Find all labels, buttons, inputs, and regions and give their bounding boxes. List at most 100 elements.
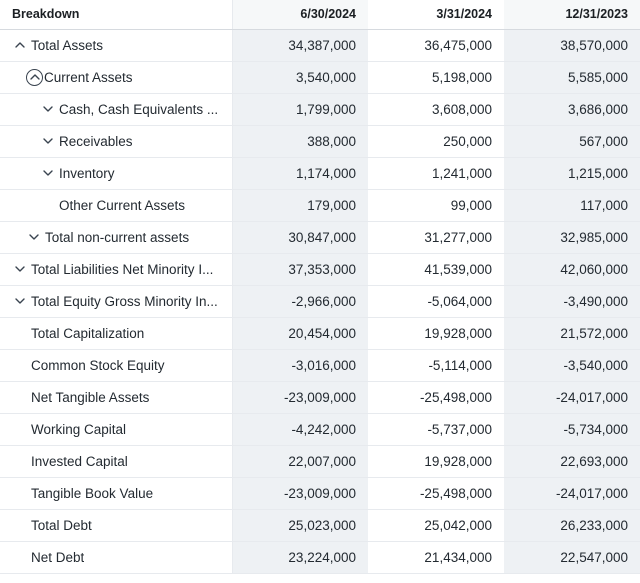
row-label-cell[interactable]: Net Tangible Assets — [0, 381, 232, 413]
table-row[interactable]: Total Capitalization20,454,00019,928,000… — [0, 317, 640, 349]
row-label-wrap: Total Assets — [12, 30, 220, 61]
row-value-cell: -23,009,000 — [232, 381, 368, 413]
row-value-cell: 25,023,000 — [232, 509, 368, 541]
row-value-cell: 1,241,000 — [368, 157, 504, 189]
row-label-cell[interactable]: Common Stock Equity — [0, 349, 232, 381]
row-label-cell[interactable]: Receivables — [0, 125, 232, 157]
row-label-wrap: Net Debt — [12, 542, 220, 573]
chevron-up-icon[interactable] — [12, 38, 27, 53]
row-label-text: Working Capital — [31, 422, 126, 437]
row-label-cell[interactable]: Total Assets — [0, 29, 232, 61]
row-value-cell: -25,498,000 — [368, 477, 504, 509]
chevron-down-icon[interactable] — [26, 230, 41, 245]
row-value-cell: -5,737,000 — [368, 413, 504, 445]
row-label-wrap: Receivables — [12, 126, 220, 157]
chevron-down-icon[interactable] — [12, 294, 27, 309]
row-label-wrap: Inventory — [12, 158, 220, 189]
row-label-wrap: Total Equity Gross Minority In... — [12, 286, 220, 317]
table-row[interactable]: Total non-current assets30,847,00031,277… — [0, 221, 640, 253]
row-value-cell: 23,224,000 — [232, 541, 368, 573]
row-label-cell[interactable]: Net Debt — [0, 541, 232, 573]
table-row[interactable]: Cash, Cash Equivalents ...1,799,0003,608… — [0, 93, 640, 125]
chevron-down-icon[interactable] — [40, 166, 55, 181]
column-header-period-1[interactable]: 6/30/2024 — [232, 0, 368, 29]
chevron-down-icon[interactable] — [40, 134, 55, 149]
row-value-cell: 38,570,000 — [504, 29, 640, 61]
row-toggle-spacer — [12, 486, 27, 501]
row-value-cell: -5,734,000 — [504, 413, 640, 445]
row-value-cell: -3,490,000 — [504, 285, 640, 317]
row-label-cell[interactable]: Total Equity Gross Minority In... — [0, 285, 232, 317]
row-label-text: Invested Capital — [31, 454, 128, 469]
row-value-cell: 34,387,000 — [232, 29, 368, 61]
row-value-cell: 1,174,000 — [232, 157, 368, 189]
balance-sheet-table: Breakdown 6/30/2024 3/31/2024 12/31/2023… — [0, 0, 640, 574]
row-value-cell: 22,693,000 — [504, 445, 640, 477]
row-value-cell: -3,016,000 — [232, 349, 368, 381]
row-value-cell: 567,000 — [504, 125, 640, 157]
row-label-text: Total Debt — [31, 518, 92, 533]
table-row[interactable]: Net Debt23,224,00021,434,00022,547,000 — [0, 541, 640, 573]
table-row[interactable]: Tangible Book Value-23,009,000-25,498,00… — [0, 477, 640, 509]
row-label-text: Total Assets — [31, 38, 103, 53]
row-label-cell[interactable]: Inventory — [0, 157, 232, 189]
row-label-wrap: Net Tangible Assets — [12, 382, 220, 413]
row-label-cell[interactable]: Invested Capital — [0, 445, 232, 477]
row-label-text: Inventory — [59, 166, 115, 181]
row-label-cell[interactable]: Current Assets — [0, 61, 232, 93]
row-label-cell[interactable]: Total non-current assets — [0, 221, 232, 253]
column-header-period-3[interactable]: 12/31/2023 — [504, 0, 640, 29]
row-label-wrap: Total Debt — [12, 510, 220, 541]
row-value-cell: 25,042,000 — [368, 509, 504, 541]
chevron-down-icon[interactable] — [40, 102, 55, 117]
row-label-wrap: Invested Capital — [12, 446, 220, 477]
row-label-wrap: Working Capital — [12, 414, 220, 445]
chevron-up-circle-icon[interactable] — [26, 69, 43, 86]
row-value-cell: 5,198,000 — [368, 61, 504, 93]
row-label-wrap: Tangible Book Value — [12, 478, 220, 509]
row-value-cell: 20,454,000 — [232, 317, 368, 349]
row-toggle-spacer — [40, 198, 55, 213]
row-label-text: Receivables — [59, 134, 133, 149]
row-value-cell: 3,608,000 — [368, 93, 504, 125]
row-value-cell: -2,966,000 — [232, 285, 368, 317]
chevron-down-icon[interactable] — [12, 262, 27, 277]
row-value-cell: 30,847,000 — [232, 221, 368, 253]
row-label-cell[interactable]: Cash, Cash Equivalents ... — [0, 93, 232, 125]
row-toggle-spacer — [12, 358, 27, 373]
table-row[interactable]: Total Assets 34,387,00036,475,00038,570,0… — [0, 29, 640, 61]
row-label-text: Net Tangible Assets — [31, 390, 149, 405]
row-value-cell: 36,475,000 — [368, 29, 504, 61]
row-toggle-spacer — [12, 326, 27, 341]
column-header-period-2[interactable]: 3/31/2024 — [368, 0, 504, 29]
row-label-cell[interactable]: Total Liabilities Net Minority I... — [0, 253, 232, 285]
table-row[interactable]: Total Equity Gross Minority In... -2,966,… — [0, 285, 640, 317]
table-row[interactable]: Inventory1,174,0001,241,0001,215,000 — [0, 157, 640, 189]
row-value-cell: -5,114,000 — [368, 349, 504, 381]
row-label-text: Net Debt — [31, 550, 84, 565]
table-row[interactable]: Working Capital-4,242,000-5,737,000-5,73… — [0, 413, 640, 445]
row-label-cell[interactable]: Working Capital — [0, 413, 232, 445]
row-label-cell[interactable]: Other Current Assets — [0, 189, 232, 221]
table-row[interactable]: Current Assets3,540,0005,198,0005,585,00… — [0, 61, 640, 93]
table-row[interactable]: Total Liabilities Net Minority I...37,35… — [0, 253, 640, 285]
row-value-cell: 99,000 — [368, 189, 504, 221]
table-row[interactable]: Total Debt 25,023,00025,042,00026,233,000 — [0, 509, 640, 541]
row-value-cell: 3,540,000 — [232, 61, 368, 93]
table-row[interactable]: Common Stock Equity-3,016,000-5,114,000-… — [0, 349, 640, 381]
row-label-cell[interactable]: Total Debt — [0, 509, 232, 541]
row-label-wrap: Current Assets — [12, 62, 220, 93]
table-row[interactable]: Receivables388,000250,000567,000 — [0, 125, 640, 157]
row-value-cell: 26,233,000 — [504, 509, 640, 541]
row-label-wrap: Total Capitalization — [12, 318, 220, 349]
row-value-cell: 19,928,000 — [368, 445, 504, 477]
row-toggle-spacer — [12, 518, 27, 533]
table-row[interactable]: Net Tangible Assets-23,009,000-25,498,00… — [0, 381, 640, 413]
column-header-breakdown[interactable]: Breakdown — [0, 0, 232, 29]
table-row[interactable]: Other Current Assets179,00099,000117,000 — [0, 189, 640, 221]
row-label-cell[interactable]: Tangible Book Value — [0, 477, 232, 509]
row-label-wrap: Cash, Cash Equivalents ... — [12, 94, 220, 125]
row-label-cell[interactable]: Total Capitalization — [0, 317, 232, 349]
row-value-cell: 250,000 — [368, 125, 504, 157]
table-row[interactable]: Invested Capital22,007,00019,928,00022,6… — [0, 445, 640, 477]
